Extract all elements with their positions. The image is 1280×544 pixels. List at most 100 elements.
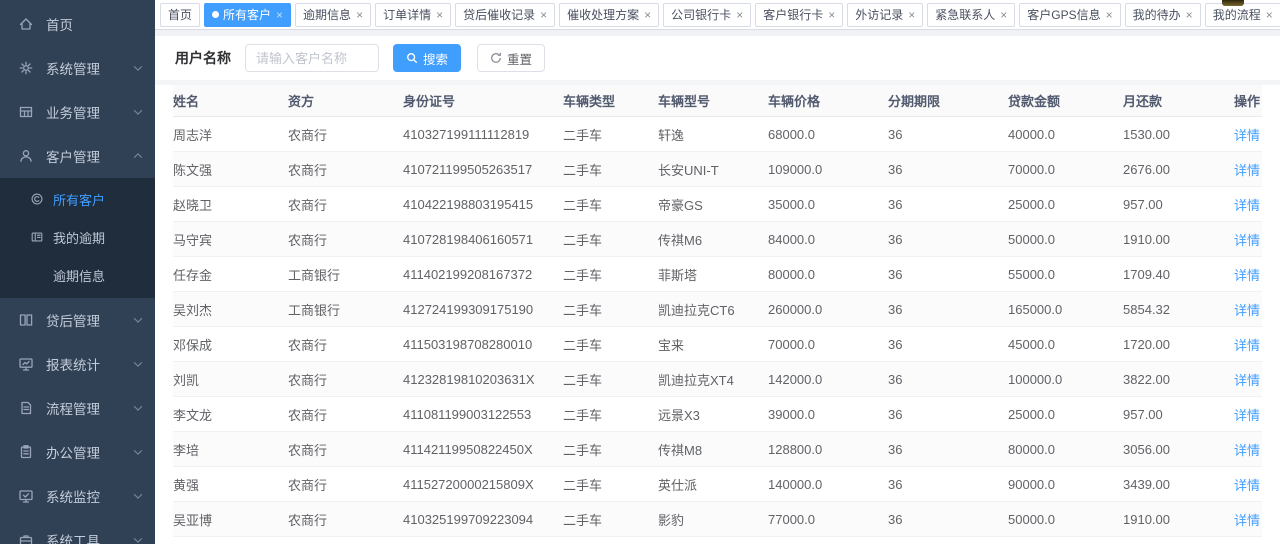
close-icon[interactable]: × [644, 9, 651, 21]
table-cell: 957.00 [1123, 407, 1233, 422]
detail-link[interactable]: 详情 [1234, 268, 1260, 283]
tab-visit-records[interactable]: 外访记录× [847, 3, 923, 27]
table-cell: 260000.0 [768, 302, 888, 317]
table-cell: 影豹 [658, 510, 768, 529]
detail-link[interactable]: 详情 [1234, 128, 1260, 143]
table-cell: 41142119950822450X [403, 442, 563, 457]
detail-link[interactable]: 详情 [1234, 303, 1260, 318]
table-cell: 周志洋 [173, 125, 288, 144]
table-cell: 轩逸 [658, 125, 768, 144]
chevron-down-icon [134, 106, 142, 114]
actions-cell: 详情 [1233, 475, 1262, 494]
table-cell: 2676.00 [1123, 162, 1233, 177]
monitor-icon [18, 488, 34, 504]
table-cell: 1910.00 [1123, 512, 1233, 527]
table-cell: 410422198803195415 [403, 197, 563, 212]
close-icon[interactable]: × [1266, 9, 1273, 21]
sidebar-submenu-customer-mgmt: 所有客户我的逾期逾期信息 [0, 178, 155, 298]
column-header: 身份证号 [403, 91, 563, 110]
tab-all-customers[interactable]: 所有客户× [204, 3, 291, 27]
detail-link[interactable]: 详情 [1234, 478, 1260, 493]
reset-button[interactable]: 重置 [477, 44, 545, 72]
sidebar-item-label: 系统管理 [46, 58, 100, 78]
tab-label: 催收处理方案 [567, 6, 639, 23]
sidebar-item-label: 我的逾期 [53, 228, 105, 247]
flow-icon [18, 400, 34, 416]
table-cell: 1720.00 [1123, 337, 1233, 352]
table-cell: 任存金 [173, 265, 288, 284]
tab-emergency-contacts[interactable]: 紧急联系人 × [927, 3, 1015, 27]
sidebar-item-home[interactable]: 首页 [0, 2, 155, 46]
tab-label: 贷后催收记录 [463, 6, 535, 23]
sidebar-item-system-tools[interactable]: 系统工具 [0, 518, 155, 544]
sidebar-item-all-customers[interactable]: 所有客户 [0, 180, 155, 218]
table-cell: 1709.40 [1123, 267, 1233, 282]
tab-my-process[interactable]: 我的流程× [1205, 3, 1280, 27]
detail-link[interactable]: 详情 [1234, 338, 1260, 353]
close-icon[interactable]: × [736, 9, 743, 21]
table-cell: 二手车 [563, 300, 658, 319]
sidebar-item-business-mgmt[interactable]: 业务管理 [0, 90, 155, 134]
detail-link[interactable]: 详情 [1234, 163, 1260, 178]
columns-icon [18, 312, 34, 328]
sidebar-item-system-monitor[interactable]: 系统监控 [0, 474, 155, 518]
table-cell: 90000.0 [1008, 477, 1123, 492]
tab-overdue-info[interactable]: 逾期信息× [295, 3, 371, 27]
close-icon[interactable]: × [356, 9, 363, 21]
table-cell: 140000.0 [768, 477, 888, 492]
table-cell: 25000.0 [1008, 407, 1123, 422]
table-cell: 1530.00 [1123, 127, 1233, 142]
detail-link[interactable]: 详情 [1234, 198, 1260, 213]
detail-link[interactable]: 详情 [1234, 233, 1260, 248]
table-cell: 陈文强 [173, 160, 288, 179]
close-icon[interactable]: × [828, 9, 835, 21]
sidebar-item-process-mgmt[interactable]: 流程管理 [0, 386, 155, 430]
table-cell: 412724199309175190 [403, 302, 563, 317]
search-button[interactable]: 搜索 [393, 44, 461, 72]
tab-company-bank-card[interactable]: 公司银行卡× [663, 3, 751, 27]
table-cell: 二手车 [563, 230, 658, 249]
sidebar-item-system-mgmt[interactable]: 系统管理 [0, 46, 155, 90]
tab-home[interactable]: 首页 [160, 3, 200, 27]
detail-link[interactable]: 详情 [1234, 443, 1260, 458]
table-body: 周志洋农商行410327199111112819二手车轩逸68000.03640… [173, 117, 1262, 544]
tab-label: 紧急联系人 [935, 6, 995, 23]
table-cell: 957.00 [1123, 197, 1233, 212]
close-icon[interactable]: × [540, 9, 547, 21]
close-icon[interactable]: × [1000, 9, 1007, 21]
tab-order-detail[interactable]: 订单详情× [375, 3, 451, 27]
sidebar-item-post-loan-mgmt[interactable]: 贷后管理 [0, 298, 155, 342]
customer-name-input[interactable] [245, 44, 379, 72]
close-icon[interactable]: × [1106, 9, 1113, 21]
detail-link[interactable]: 详情 [1234, 513, 1260, 528]
table-cell: 吴亚博 [173, 510, 288, 529]
table-row: 陈文强农商行410721199505263517二手车长安UNI-T109000… [173, 152, 1262, 187]
table-cell: 邓保成 [173, 335, 288, 354]
chevron-down-icon [134, 62, 142, 70]
tab-my-todo[interactable]: 我的待办× [1125, 3, 1201, 27]
table-cell: 工商银行 [288, 265, 403, 284]
search-icon [406, 52, 418, 64]
table-cell: 411503198708280010 [403, 337, 563, 352]
table-cell: 109000.0 [768, 162, 888, 177]
detail-link[interactable]: 详情 [1234, 408, 1260, 423]
detail-link[interactable]: 详情 [1234, 373, 1260, 388]
sidebar-item-report-stats[interactable]: 报表统计 [0, 342, 155, 386]
sidebar-item-overdue-info[interactable]: 逾期信息 [0, 256, 155, 294]
sidebar-item-customer-mgmt[interactable]: 客户管理 [0, 134, 155, 178]
sidebar-item-my-overdue[interactable]: 我的逾期 [0, 218, 155, 256]
tab-post-loan-collection-records[interactable]: 贷后催收记录 × [455, 3, 555, 27]
column-header: 贷款金额 [1008, 91, 1123, 110]
table-cell: 工商银行 [288, 300, 403, 319]
main-area: 首页所有客户×逾期信息×订单详情×贷后催收记录×催收处理方案×公司银行卡×客户银… [155, 0, 1280, 544]
close-icon[interactable]: × [1186, 9, 1193, 21]
tab-customer-bank-card[interactable]: 客户银行卡× [755, 3, 843, 27]
close-icon[interactable]: × [908, 9, 915, 21]
tab-customer-gps-info[interactable]: 客户GPS信息× [1019, 3, 1120, 27]
close-icon[interactable]: × [276, 9, 283, 21]
table-cell: 农商行 [288, 370, 403, 389]
customers-table: 姓名资方身份证号车辆类型车辆型号车辆价格分期期限贷款金额月还款操作 周志洋农商行… [155, 85, 1280, 544]
sidebar-item-office-mgmt[interactable]: 办公管理 [0, 430, 155, 474]
tab-collection-plan[interactable]: 催收处理方案 × [559, 3, 659, 27]
close-icon[interactable]: × [436, 9, 443, 21]
